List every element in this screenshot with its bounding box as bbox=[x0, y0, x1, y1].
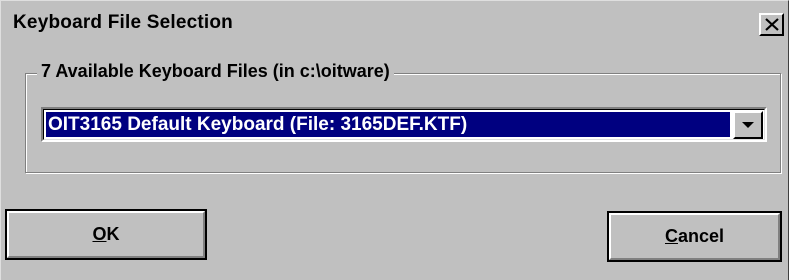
dialog-window: Keyboard File Selection 7 Available Keyb… bbox=[0, 0, 789, 280]
group-label: 7 Available Keyboard Files (in c:\oitwar… bbox=[37, 61, 394, 82]
close-icon bbox=[765, 18, 779, 31]
ok-button[interactable]: OK bbox=[5, 209, 207, 260]
dropdown-frame: OIT3165 Default Keyboard (File: 3165DEF.… bbox=[43, 109, 765, 140]
ok-label-rest: K bbox=[106, 224, 120, 244]
ok-mnemonic: O bbox=[92, 224, 107, 244]
ok-button-face: OK bbox=[7, 211, 205, 258]
cancel-button-face: Cancel bbox=[609, 213, 780, 260]
cancel-label-rest: ancel bbox=[677, 226, 725, 246]
chevron-down-icon bbox=[742, 122, 754, 128]
dialog-title: Keyboard File Selection bbox=[13, 12, 233, 33]
dropdown-arrow-button[interactable] bbox=[733, 111, 763, 139]
cancel-button[interactable]: Cancel bbox=[607, 211, 782, 262]
cancel-mnemonic: C bbox=[664, 226, 678, 246]
dropdown-selected-value: OIT3165 Default Keyboard (File: 3165DEF.… bbox=[46, 112, 730, 137]
title-bar[interactable]: Keyboard File Selection bbox=[3, 3, 786, 43]
close-button[interactable] bbox=[759, 13, 784, 36]
keyboard-file-dropdown[interactable]: OIT3165 Default Keyboard (File: 3165DEF.… bbox=[41, 107, 767, 142]
